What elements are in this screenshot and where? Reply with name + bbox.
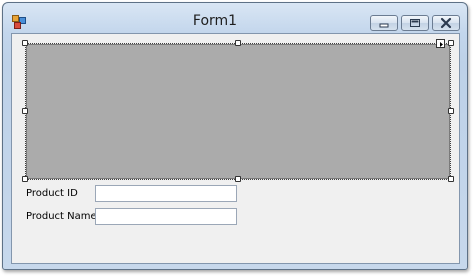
minimize-icon [379, 23, 389, 28]
form-window: Form1 Product ID Product Name [2, 2, 468, 270]
resize-handle-left[interactable] [22, 108, 28, 114]
close-icon [440, 17, 452, 29]
minimize-button[interactable] [370, 15, 398, 31]
resize-handle-bottom-right[interactable] [448, 176, 454, 182]
product-name-label: Product Name [26, 211, 97, 222]
smart-tag-arrow-icon [440, 42, 443, 47]
resize-handle-top[interactable] [235, 40, 241, 46]
maximize-icon [410, 19, 420, 27]
product-id-label: Product ID [26, 188, 78, 199]
caption-buttons [370, 15, 460, 33]
product-id-input[interactable] [95, 185, 237, 202]
close-button[interactable] [432, 15, 460, 31]
resize-handle-top-left[interactable] [22, 40, 28, 46]
maximize-button[interactable] [401, 15, 429, 31]
resize-handle-bottom[interactable] [235, 176, 241, 182]
resize-handle-bottom-left[interactable] [22, 176, 28, 182]
smart-tag-button[interactable] [436, 39, 445, 48]
title-bar[interactable]: Form1 [3, 3, 467, 33]
form-client-area: Product ID Product Name [11, 33, 460, 264]
resize-handle-top-right[interactable] [448, 40, 454, 46]
resize-handle-right[interactable] [448, 108, 454, 114]
selection-border [25, 43, 451, 180]
product-name-input[interactable] [95, 208, 237, 225]
